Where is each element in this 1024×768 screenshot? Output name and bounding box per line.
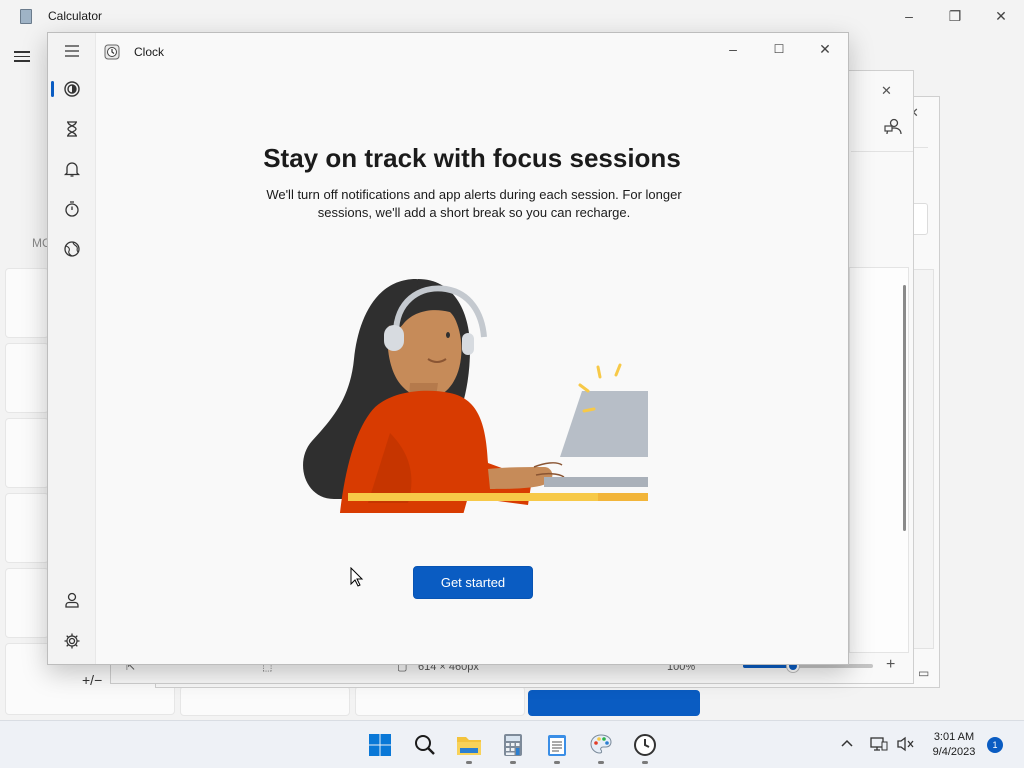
calculator-minimize-button[interactable]: – — [886, 0, 932, 32]
calculator-titlebar: Calculator – ❐ ✕ — [0, 0, 1024, 32]
focus-illustration — [303, 279, 648, 513]
calculator-key[interactable] — [5, 568, 49, 638]
volume-muted-icon[interactable] — [896, 736, 914, 757]
clock-menu-button[interactable] — [52, 34, 92, 68]
show-hidden-icons-button[interactable] — [840, 736, 854, 755]
paint-taskbar-button[interactable] — [585, 729, 617, 761]
divider — [851, 151, 913, 152]
windows-logo-icon — [369, 734, 391, 756]
calculator-title: Calculator — [48, 9, 103, 23]
nav-account[interactable] — [52, 583, 92, 617]
panel — [849, 267, 909, 653]
stopwatch-icon — [65, 201, 79, 217]
calculator-close-button[interactable]: ✕ — [978, 0, 1024, 32]
notification-badge[interactable]: 1 — [987, 737, 1003, 753]
clock-window: Clock – ☐ ✕ Stay on track with focus ses… — [47, 32, 849, 665]
nav-alarm[interactable] — [52, 152, 92, 186]
running-indicator — [510, 761, 516, 764]
notepad-taskbar-button[interactable] — [541, 729, 573, 761]
clock-close-button[interactable]: ✕ — [802, 33, 848, 65]
calculator-key[interactable] — [180, 686, 350, 716]
system-clock[interactable]: 3:01 AM 9/4/2023 — [924, 730, 984, 760]
nav-world-clock[interactable] — [52, 232, 92, 266]
running-indicator — [466, 761, 472, 764]
calculator-plus-minus-label: +/− — [82, 672, 103, 688]
folder-icon — [457, 737, 481, 755]
paint-palette-icon — [590, 734, 612, 754]
chevron-up-icon — [841, 739, 853, 747]
nav-settings[interactable] — [52, 624, 92, 658]
people-icon[interactable] — [883, 117, 903, 142]
calculator-app-icon — [20, 9, 32, 24]
network-icon[interactable] — [870, 736, 888, 757]
clock-title: Clock — [134, 45, 165, 59]
clock-maximize-button[interactable]: ☐ — [756, 33, 802, 65]
calculator-menu-button[interactable] — [14, 48, 34, 64]
calculator-key[interactable] — [5, 343, 49, 413]
running-indicator — [554, 761, 560, 764]
hourglass-icon — [67, 121, 77, 137]
taskbar: 3:01 AM 9/4/2023 1 — [0, 720, 1024, 768]
calculator-key[interactable] — [355, 686, 525, 716]
calculator-icon — [504, 734, 522, 756]
page-title: Stay on track with focus sessions — [263, 143, 681, 173]
calculator-key[interactable] — [5, 418, 49, 488]
calculator-restore-button[interactable]: ❐ — [932, 0, 978, 32]
vertical-scrollbar[interactable] — [903, 285, 906, 531]
close-icon[interactable]: ✕ — [881, 83, 892, 99]
search-button[interactable] — [409, 729, 441, 761]
nav-timer[interactable] — [52, 112, 92, 146]
clock-app-icon — [104, 44, 120, 60]
clock-icon — [634, 734, 656, 756]
running-indicator — [642, 761, 648, 764]
zoom-in-button[interactable]: + — [886, 656, 895, 674]
search-icon — [415, 735, 435, 755]
clock-sidebar — [48, 33, 96, 664]
calculator-key[interactable] — [5, 493, 49, 563]
nav-focus-sessions[interactable] — [52, 72, 92, 106]
fit-window-icon[interactable]: ▭ — [918, 666, 929, 680]
person-icon — [65, 592, 79, 608]
notepad-icon — [548, 735, 566, 756]
start-button[interactable] — [364, 729, 396, 761]
clock-taskbar-button[interactable] — [629, 729, 661, 761]
mouse-cursor-icon — [350, 567, 364, 587]
clock-minimize-button[interactable]: – — [710, 33, 756, 65]
globe-icon — [64, 241, 80, 257]
calculator-equals-button[interactable] — [528, 690, 700, 716]
gear-icon — [64, 633, 80, 649]
bell-icon — [63, 162, 81, 177]
get-started-button[interactable]: Get started — [413, 566, 533, 599]
system-time: 3:01 AM — [933, 731, 975, 743]
calculator-taskbar-button[interactable] — [497, 729, 529, 761]
page-description: We'll turn off notifications and app ale… — [266, 187, 682, 220]
focus-sessions-icon — [64, 81, 80, 97]
calculator-key[interactable] — [5, 268, 49, 338]
nav-stopwatch[interactable] — [52, 192, 92, 226]
file-explorer-button[interactable] — [453, 729, 485, 761]
system-date: 9/4/2023 — [932, 746, 976, 758]
running-indicator — [598, 761, 604, 764]
